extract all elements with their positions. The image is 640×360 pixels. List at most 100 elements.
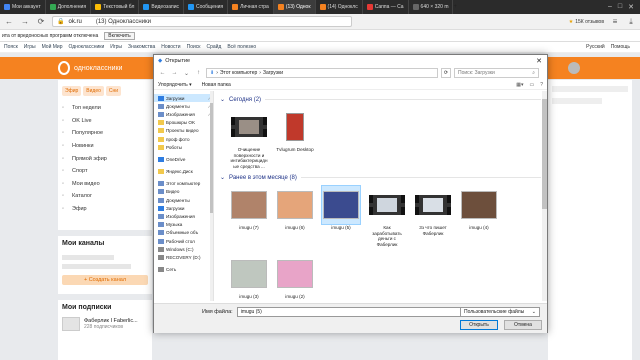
video-menu-item[interactable]: ◦ Спорт xyxy=(62,165,148,178)
close-icon[interactable]: ✕ xyxy=(628,3,634,11)
file-item[interactable]: Как заработывать деньги с Фаберлик xyxy=(368,186,406,247)
back-icon[interactable]: ← xyxy=(4,17,14,27)
browser-tab[interactable]: Видеозапис xyxy=(139,0,184,14)
organize-button[interactable]: Упорядочить ▾ xyxy=(158,82,192,88)
cancel-button[interactable]: Отмена xyxy=(504,320,542,330)
search-input[interactable]: Поиск: Загрузки ⌕ xyxy=(454,68,539,78)
bookmark-link[interactable]: Знакомства xyxy=(128,44,155,50)
file-item[interactable]: imugu (5) xyxy=(321,185,361,247)
file-item[interactable]: 3з что пишет Фаберлик xyxy=(414,186,452,247)
video-menu-item[interactable]: ◦ Популярное xyxy=(62,127,148,140)
url-field[interactable]: 🔒 ok.ru (13) Одноклассники xyxy=(52,16,352,27)
bookmark-link[interactable]: Всё полезно xyxy=(227,44,256,50)
minimize-icon[interactable]: – xyxy=(608,3,612,11)
bookmark-link[interactable]: Пояск xyxy=(4,44,18,50)
video-chip[interactable]: Эфир xyxy=(62,86,82,96)
file-group-header[interactable]: ⌄ Сегодня (2) xyxy=(220,95,541,104)
help-link[interactable]: Помощь xyxy=(611,44,630,50)
bookmark-link[interactable]: Игры xyxy=(24,44,36,50)
view-options-icon[interactable]: ▦▾ xyxy=(516,82,523,88)
nav-pane-item[interactable]: Видео xyxy=(154,188,213,196)
subscription-item[interactable]: Фаберлик I Faberlic... 228 подписчиков xyxy=(62,317,148,331)
nav-pane-item[interactable]: Загрузки xyxy=(154,204,213,212)
bookmark-link[interactable]: Игры xyxy=(110,44,122,50)
video-menu-item[interactable]: ◦ Новинки xyxy=(62,140,148,153)
nav-pane-item[interactable]: Этот компьютер xyxy=(154,180,213,188)
nav-pane-item[interactable]: Роботы xyxy=(154,143,213,151)
forward-icon[interactable]: → xyxy=(20,17,30,27)
nav-pane-item[interactable]: Документы xyxy=(154,196,213,204)
reload-icon[interactable]: ⟳ xyxy=(36,17,46,27)
nav-pane-item[interactable]: Изображения xyxy=(154,212,213,220)
nav-pane-item[interactable]: RECOVERY (D:) xyxy=(154,253,213,261)
new-tab-icon[interactable]: + xyxy=(453,4,457,10)
video-menu-item[interactable]: ◦ Топ недели xyxy=(62,102,148,115)
maximize-icon[interactable]: □ xyxy=(618,3,622,11)
language-switch[interactable]: Русский xyxy=(586,44,605,50)
bookmark-link[interactable]: Мой Мир xyxy=(42,44,63,50)
new-folder-button[interactable]: Новая папка xyxy=(202,82,231,88)
video-menu-item[interactable]: ◦ OK Live xyxy=(62,115,148,128)
browser-tab[interactable]: (13) Однок xyxy=(273,0,316,14)
browser-tab[interactable]: Сообщения xyxy=(184,0,229,14)
video-menu-item[interactable]: ◦ Каталог xyxy=(62,190,148,203)
browser-tab[interactable]: (14) Одноклс xyxy=(316,0,363,14)
file-item[interactable]: Очищение поверхности и интибактерицидные… xyxy=(230,108,268,169)
filename-input[interactable]: imugu (5) ⌄ xyxy=(236,307,469,317)
nav-pane-item[interactable]: проф фото xyxy=(154,135,213,143)
bookmark-link[interactable]: Новости xyxy=(161,44,180,50)
create-channel-button[interactable]: + Создать канал xyxy=(62,275,148,285)
recent-dropdown-icon[interactable]: ⌄ xyxy=(182,69,191,78)
nav-pane-item[interactable]: Windows (C:) xyxy=(154,245,213,253)
file-item[interactable]: imugu (2) xyxy=(276,255,314,300)
file-item[interactable]: imugu (6) xyxy=(276,186,314,247)
video-menu-item[interactable]: ◦ Мои видео xyxy=(62,178,148,191)
back-icon[interactable]: ← xyxy=(158,69,167,78)
avatar[interactable] xyxy=(568,62,580,74)
browser-tab[interactable]: Текстовый бл xyxy=(91,0,140,14)
bookmark-link[interactable]: Поиск xyxy=(187,44,201,50)
nav-pane-item[interactable]: Документы✓ xyxy=(154,102,213,110)
file-group-header[interactable]: ⌄ Ранее в этом месяце (8) xyxy=(220,173,541,182)
refresh-icon[interactable]: ⟳ xyxy=(441,68,451,78)
filetype-select[interactable]: Пользовательские файлы ⌄ xyxy=(460,307,540,317)
video-menu-item[interactable]: ◦ Эфир xyxy=(62,203,148,216)
nav-pane-item[interactable]: Рабочий стол xyxy=(154,237,213,245)
nav-pane-item[interactable]: Яндекс.Диск xyxy=(154,168,213,176)
bookmark-link[interactable]: Срайд xyxy=(206,44,221,50)
menu-icon[interactable]: ≡ xyxy=(610,17,620,27)
files-scrollbar-thumb[interactable] xyxy=(542,99,547,209)
nav-pane-item[interactable]: Проекты видео xyxy=(154,127,213,135)
browser-tab[interactable]: 640 × 320 m xyxy=(409,0,454,14)
help-icon[interactable]: ? xyxy=(540,82,543,88)
nav-pane-item[interactable]: Загрузки✓ xyxy=(154,94,213,103)
nav-pane-item[interactable]: Изображения✓ xyxy=(154,110,213,118)
bookmark-link[interactable]: Одноклассники xyxy=(69,44,105,50)
browser-tab[interactable]: Саппа — Ca xyxy=(363,0,409,14)
dialog-close-button[interactable]: ✕ xyxy=(531,55,547,66)
nav-pane-item[interactable]: Сеть xyxy=(154,266,213,274)
nav-pane-item[interactable]: Объемные объ xyxy=(154,229,213,237)
download-icon[interactable]: ⤓ xyxy=(626,17,636,27)
browser-tab[interactable]: Мои аккаунт xyxy=(0,0,46,14)
preview-pane-icon[interactable]: ▭ xyxy=(529,82,534,88)
video-chip[interactable]: Сни xyxy=(105,86,122,96)
video-chip[interactable]: Видео xyxy=(83,86,104,96)
path-breadcrumb[interactable]: ⬇ › Этот компьютер › Загрузки xyxy=(206,68,438,78)
browser-tab[interactable]: Дополнения xyxy=(46,0,92,14)
file-item[interactable]: imugu (3) xyxy=(230,255,268,300)
file-item[interactable]: imugu (4) xyxy=(460,186,498,247)
browser-tab[interactable]: Личная стра xyxy=(228,0,274,14)
up-icon[interactable]: ↑ xyxy=(194,69,203,78)
breadcrumb-item[interactable]: Этот компьютер xyxy=(220,70,257,76)
forward-icon[interactable]: → xyxy=(170,69,179,78)
open-button[interactable]: Открыть xyxy=(460,320,498,330)
file-item[interactable]: Tvlugrum Desktop xyxy=(276,108,314,169)
rating-badge[interactable]: ★ 15К отзывов xyxy=(569,19,604,25)
nav-pane-item[interactable]: Брошюры OK xyxy=(154,119,213,127)
ok-logo-text[interactable]: одноклассники xyxy=(74,65,122,72)
breadcrumb-item[interactable]: Загрузки xyxy=(263,70,283,76)
enable-button[interactable]: Включить xyxy=(104,31,135,40)
video-menu-item[interactable]: ◦ Прямой эфир xyxy=(62,152,148,165)
nav-pane-item[interactable]: Музыка xyxy=(154,221,213,229)
